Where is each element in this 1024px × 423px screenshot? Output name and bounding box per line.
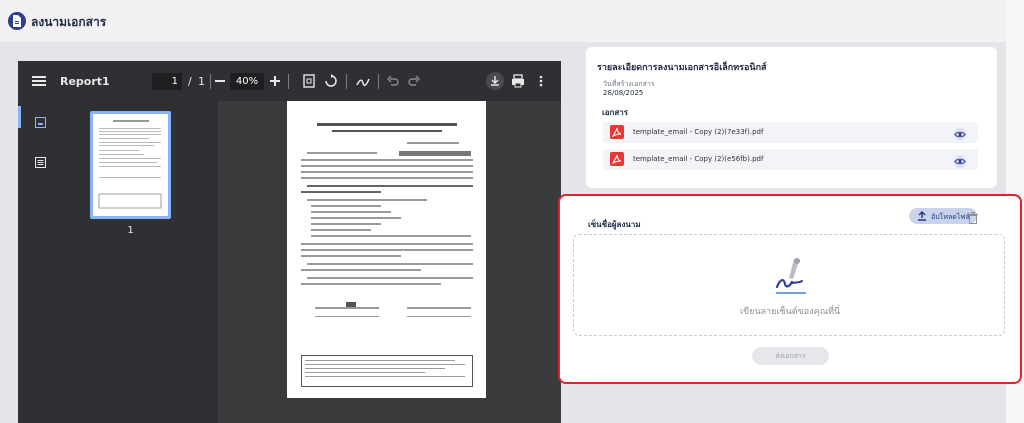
- print-icon[interactable]: [511, 61, 525, 101]
- annotate-icon[interactable]: [356, 61, 370, 101]
- pdf-viewer: Report1 1 / 1 40% 1: [18, 61, 561, 423]
- more-options-icon[interactable]: [539, 61, 543, 101]
- viewer-sidebar: 1: [18, 101, 218, 423]
- document-details-card: รายละเอียดการลงนามเอกสารอิเล็กทรอนิกส์ ว…: [586, 47, 997, 188]
- document-row[interactable]: template_email - Copy (2)(7e33f).pdf: [603, 122, 978, 143]
- menu-icon[interactable]: [32, 61, 46, 101]
- document-row[interactable]: template_email - Copy (2)(e56fb).pdf: [603, 149, 978, 170]
- pdf-page: [287, 101, 486, 398]
- rotate-icon[interactable]: [324, 61, 338, 101]
- trash-icon[interactable]: [968, 209, 978, 228]
- outline-view-icon[interactable]: [35, 153, 46, 172]
- eye-icon[interactable]: [953, 153, 967, 168]
- upload-label: อัปโหลดไฟล์: [931, 213, 970, 221]
- pdf-icon: [610, 125, 624, 139]
- download-icon[interactable]: [486, 61, 504, 101]
- eye-icon[interactable]: [953, 126, 967, 141]
- created-date-value: 28/08/2025: [603, 89, 644, 97]
- zoom-input[interactable]: 40%: [230, 73, 264, 90]
- fit-page-icon[interactable]: [303, 61, 315, 101]
- upload-icon: [918, 211, 926, 221]
- documents-title: เอกสาร: [602, 108, 629, 117]
- page-number-input[interactable]: 1: [152, 73, 182, 90]
- document-title: Report1: [60, 74, 110, 88]
- page-title: ลงนามเอกสาร: [31, 15, 107, 29]
- upload-file-button[interactable]: อัปโหลดไฟล์: [909, 208, 977, 224]
- document-name: template_email - Copy (2)(e56fb).pdf: [633, 155, 764, 163]
- redo-icon[interactable]: [408, 61, 420, 101]
- signature-hint: เขียนลายเซ็นต์ของคุณที่นี่: [739, 307, 841, 317]
- thumbnail-view-icon[interactable]: [35, 113, 46, 132]
- viewer-toolbar: Report1 1 / 1 40%: [18, 61, 561, 101]
- pdf-icon: [610, 152, 624, 166]
- signature-title: เซ็นชื่อผู้ลงนาม: [588, 220, 641, 229]
- top-bar: ลงนามเอกสาร: [0, 0, 1006, 42]
- active-indicator: [18, 106, 21, 128]
- page-separator: /: [188, 74, 192, 88]
- page-thumbnail[interactable]: [90, 111, 171, 219]
- zoom-out-button[interactable]: [215, 61, 225, 101]
- send-document-button[interactable]: ส่งเอกสาร: [752, 347, 829, 365]
- signature-pen-icon: [775, 258, 806, 294]
- zoom-in-button[interactable]: [270, 61, 280, 101]
- document-icon: [8, 12, 26, 30]
- details-title: รายละเอียดการลงนามเอกสารอิเล็กทรอนิกส์: [597, 63, 767, 73]
- document-name: template_email - Copy (2)(7e33f).pdf: [633, 128, 764, 136]
- thumbnail-page-number: 1: [127, 225, 134, 236]
- undo-icon[interactable]: [387, 61, 399, 101]
- total-pages: 1: [198, 74, 205, 88]
- signature-canvas[interactable]: เขียนลายเซ็นต์ของคุณที่นี่: [573, 234, 1005, 336]
